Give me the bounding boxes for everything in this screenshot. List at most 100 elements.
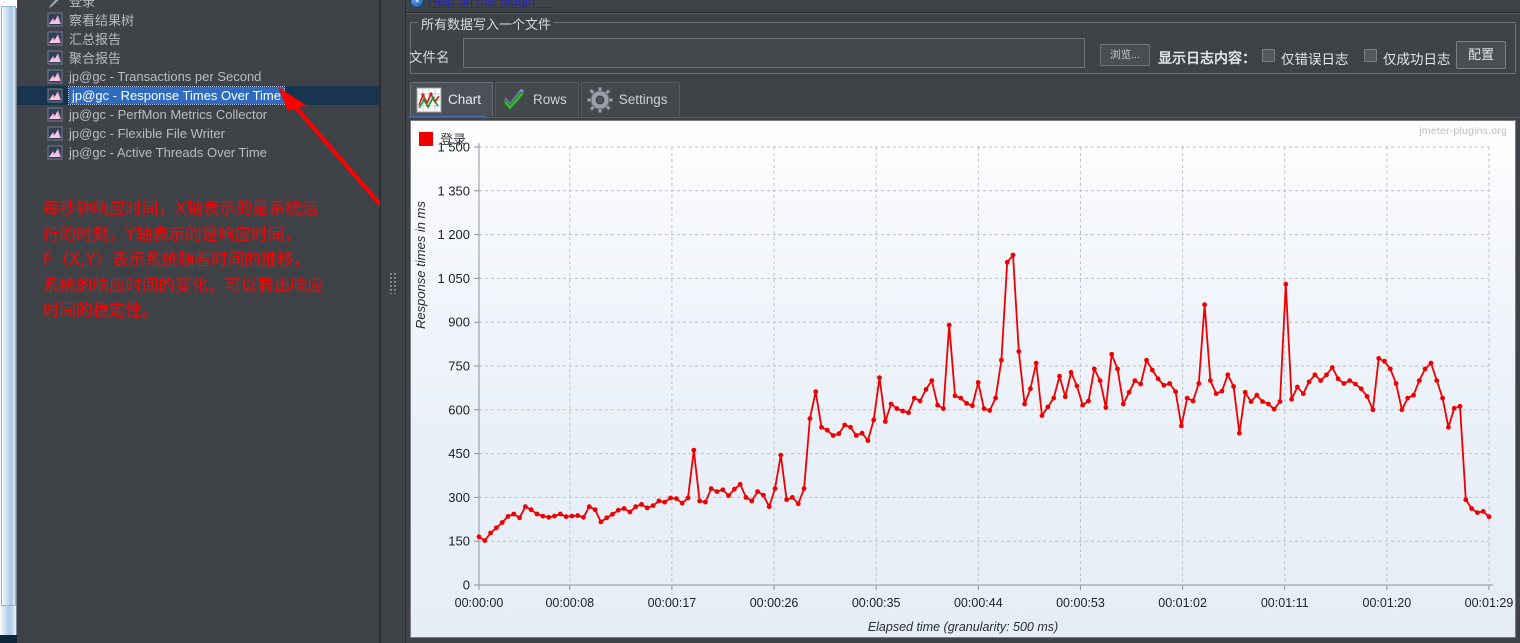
tree-item-label: jp@gc - Active Threads Over Time	[69, 145, 267, 160]
chart-icon	[47, 88, 63, 103]
series-point	[714, 489, 720, 494]
series-point	[650, 503, 656, 508]
series-point	[488, 530, 493, 536]
series-point	[1295, 384, 1300, 390]
x-tick-label: 00:00:00	[455, 596, 504, 610]
series-point	[674, 496, 679, 501]
series-point	[604, 515, 610, 521]
configure-button[interactable]: 配置	[1456, 41, 1506, 69]
y-tick-label: 750	[448, 359, 470, 374]
series-point	[1341, 381, 1347, 386]
series-point	[941, 406, 946, 411]
series-point	[865, 438, 871, 443]
series-point	[824, 427, 830, 433]
tab-chart[interactable]: Chart	[410, 82, 494, 116]
browse-button[interactable]: 浏览...	[1100, 44, 1150, 66]
series-point	[627, 509, 633, 515]
series-point	[900, 408, 906, 414]
series-point	[1370, 407, 1376, 413]
series-point	[1062, 394, 1068, 400]
red-annotation-text: 每秒钟响应时间，X轴表示的是系统运 行的时刻，Y轴表示的是响应时间， F（X,Y）表…	[43, 196, 393, 324]
series-point	[726, 493, 731, 498]
series-point	[1405, 395, 1411, 401]
series-point	[1254, 392, 1260, 398]
tab-rows[interactable]: Rows	[495, 82, 579, 116]
success-only-checkbox[interactable]	[1364, 49, 1377, 62]
series-point	[1022, 401, 1027, 407]
series-point	[784, 497, 789, 503]
series-point	[755, 489, 760, 494]
series-point	[836, 431, 842, 437]
series-point	[482, 538, 488, 543]
tab-settings[interactable]: Settings	[580, 82, 680, 116]
series-point	[1028, 386, 1033, 392]
tree-item-4[interactable]: jp@gc - Transactions per Second	[17, 67, 379, 86]
chart-icon	[47, 69, 63, 84]
series-point	[1155, 376, 1161, 382]
series-point	[1149, 367, 1155, 373]
series-point	[1271, 406, 1277, 412]
tree-item-1[interactable]: 察看结果树	[17, 10, 379, 29]
series-point	[1080, 402, 1086, 408]
series-point	[772, 486, 778, 491]
series-point	[1376, 356, 1382, 361]
series-point	[877, 375, 882, 381]
tree-item-label: jp@gc - PerfMon Metrics Collector	[69, 107, 268, 122]
series-point	[523, 504, 528, 510]
filename-input[interactable]	[463, 38, 1085, 68]
series-point	[1347, 378, 1353, 383]
series-point	[1068, 370, 1074, 375]
series-point	[801, 486, 807, 491]
series-point	[1387, 366, 1393, 372]
help-link-underline	[428, 7, 554, 8]
success-only-label[interactable]: 仅成功日志	[1383, 48, 1451, 68]
split-pane-divider[interactable]	[380, 0, 406, 643]
tree-item-label: 聚合报告	[69, 51, 122, 66]
series-point	[975, 380, 981, 385]
series-point	[807, 416, 813, 421]
series-point	[517, 515, 522, 521]
series-point	[1312, 372, 1318, 378]
series-point	[761, 492, 766, 498]
series-point	[1196, 381, 1202, 386]
chart-plot: 0 150 300 450 600 750 900 1 050 1 200 1 350 1 500 0…	[437, 140, 1513, 611]
red-arrow-annotation	[278, 87, 387, 213]
y-tick-label: 1 350	[437, 183, 470, 198]
series-point	[981, 406, 987, 411]
tab-bar[interactable]: Chart Rows Settings	[410, 82, 682, 118]
series-point	[923, 387, 929, 392]
series-point	[1353, 381, 1358, 387]
errors-only-checkbox[interactable]	[1262, 49, 1275, 62]
x-tick-label: 00:01:02	[1158, 596, 1207, 610]
x-tick-label: 00:00:17	[648, 596, 697, 610]
annotation-line-1: 行的时刻，Y轴表示的是响应时间，	[43, 224, 301, 244]
series-point	[1208, 378, 1213, 383]
series-point	[929, 378, 935, 383]
window-left-scrollbar[interactable]	[0, 0, 17, 643]
series-point	[720, 487, 726, 493]
series-point	[766, 504, 772, 510]
series-point	[1463, 497, 1469, 503]
split-pane-grip[interactable]	[389, 272, 397, 294]
groupbox-title: 所有数据写入一个文件	[418, 14, 555, 33]
annotation-line-4: 时间的稳定性。	[43, 301, 159, 320]
series-point	[1277, 399, 1283, 404]
series-point	[494, 525, 499, 531]
scrollbar-thumb[interactable]	[1, 6, 16, 606]
filename-label: 文件名	[409, 50, 450, 65]
tree-item-2[interactable]: 汇总报告	[17, 29, 379, 48]
series-point	[970, 403, 975, 409]
series-point	[610, 511, 615, 517]
tree-item-0[interactable]: 登录	[17, 0, 379, 10]
series-point	[499, 520, 505, 525]
series-point	[1016, 349, 1022, 354]
tree-item-3[interactable]: 聚合报告	[17, 48, 379, 67]
header-divider-highlight	[406, 13, 1520, 14]
chart-canvas[interactable]: 登录 jmeter-plugins.org Response times in …	[410, 120, 1516, 638]
series-point	[842, 422, 848, 428]
series-point	[511, 511, 517, 517]
series-point	[964, 401, 969, 406]
annotation-line-2: F（X,Y）表示系统随着时间的推移，	[43, 250, 311, 269]
chart-icon	[47, 107, 63, 122]
errors-only-label[interactable]: 仅错误日志	[1281, 48, 1349, 68]
